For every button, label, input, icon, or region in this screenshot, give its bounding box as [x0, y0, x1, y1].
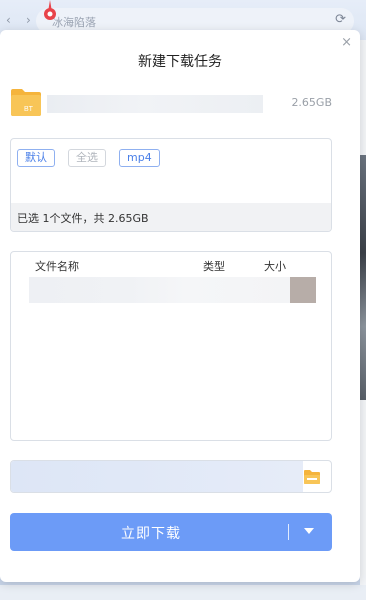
folder-icon[interactable]: [303, 469, 321, 485]
chevron-down-icon[interactable]: [304, 528, 314, 534]
file-info-row: BT 2.65GB: [10, 87, 332, 119]
file-thumbnail: [290, 277, 316, 303]
forward-button[interactable]: ›: [26, 13, 31, 27]
save-path-obscured: [11, 461, 303, 492]
back-button[interactable]: ‹: [6, 13, 11, 27]
location-pin-icon: [44, 0, 56, 20]
bt-label: BT: [24, 106, 34, 113]
download-now-label: 立即下载: [121, 526, 181, 542]
close-button[interactable]: ×: [341, 36, 352, 50]
new-download-dialog: × 新建下载任务 BT 2.65GB 默认 全选 mp4 已选 1个文件，共 2…: [0, 30, 360, 582]
button-divider: [288, 524, 289, 540]
file-size: 2.65GB: [291, 96, 332, 109]
column-header-name[interactable]: 文件名称: [35, 258, 79, 274]
column-header-size[interactable]: 大小: [264, 258, 286, 274]
file-list: 文件名称 类型 大小: [10, 251, 332, 441]
file-name-obscured: [47, 95, 263, 113]
dialog-title: 新建下载任务: [138, 54, 222, 70]
selection-summary: 已选 1个文件，共 2.65GB: [11, 203, 331, 231]
refresh-icon[interactable]: ⟳: [335, 12, 346, 27]
filter-default-button[interactable]: 默认: [17, 149, 55, 167]
save-path-field[interactable]: [10, 460, 332, 493]
address-text: 冰海陷落: [52, 16, 96, 29]
file-row-obscured[interactable]: [29, 277, 291, 303]
select-all-button[interactable]: 全选: [68, 149, 106, 167]
column-header-type[interactable]: 类型: [203, 258, 225, 274]
filter-mp4-button[interactable]: mp4: [119, 149, 160, 167]
filter-panel: 默认 全选 mp4 已选 1个文件，共 2.65GB: [10, 138, 332, 232]
background-footer: [0, 585, 366, 600]
bt-folder-icon: BT: [11, 89, 41, 116]
download-now-button[interactable]: 立即下载: [10, 513, 332, 551]
